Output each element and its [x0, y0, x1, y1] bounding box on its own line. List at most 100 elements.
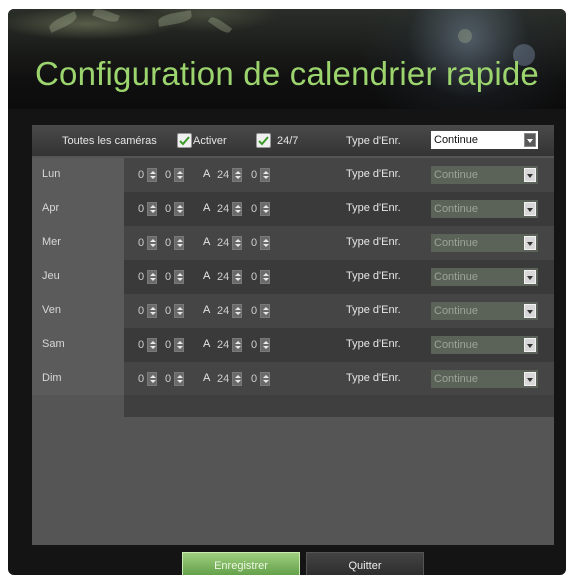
up-down-arrows-icon[interactable] [147, 236, 157, 250]
record-type-label: Type d'Enr. [346, 202, 401, 214]
up-down-arrows-icon[interactable] [260, 202, 270, 216]
record-type-select[interactable]: Continue [431, 370, 538, 388]
up-down-arrows-icon[interactable] [260, 236, 270, 250]
record-type-value: Continue [434, 373, 479, 385]
up-down-arrows-icon[interactable] [174, 168, 184, 182]
day-row: Mer 0 0 24 0 A Type d'Enr. Continue [32, 226, 554, 260]
record-type-value: Continue [434, 169, 479, 181]
to-separator: A [203, 270, 211, 282]
up-down-arrows-icon[interactable] [174, 202, 184, 216]
enable-checkbox[interactable] [177, 133, 192, 148]
day-label: Dim [42, 372, 62, 384]
record-type-label: Type d'Enr. [346, 135, 401, 147]
start-m-value: 0 [165, 237, 172, 249]
quit-button[interactable]: Quitter [306, 552, 424, 575]
up-down-arrows-icon[interactable] [174, 304, 184, 318]
day-label: Jeu [42, 270, 60, 282]
up-down-arrows-icon[interactable] [260, 338, 270, 352]
empty-day-cell [32, 395, 124, 417]
dialog-header: Configuration de calendrier rapide [8, 9, 566, 109]
schedule-panel: Toutes les caméras Activer 24/7 Type d'E… [32, 125, 554, 545]
chevron-down-icon[interactable] [524, 270, 536, 284]
start-m-value: 0 [165, 373, 172, 385]
day-row: Lun 0 0 24 0 A Type d'Enr. Continue [32, 158, 554, 192]
record-type-label: Type d'Enr. [346, 236, 401, 248]
end-h-value: 24 [217, 271, 230, 283]
record-type-label: Type d'Enr. [346, 372, 401, 384]
start-h-value: 0 [138, 169, 145, 181]
up-down-arrows-icon[interactable] [260, 270, 270, 284]
record-type-value: Continue [434, 237, 479, 249]
up-down-arrows-icon[interactable] [174, 338, 184, 352]
record-type-select[interactable]: Continue [431, 268, 538, 286]
start-h-value: 0 [138, 271, 145, 283]
to-separator: A [203, 338, 211, 350]
day-label: Lun [42, 168, 61, 180]
day-label: Mer [42, 236, 61, 248]
chevron-down-icon[interactable] [524, 236, 536, 250]
up-down-arrows-icon[interactable] [147, 338, 157, 352]
record-type-select[interactable]: Continue [431, 336, 538, 354]
record-type-label: Type d'Enr. [346, 304, 401, 316]
start-h-value: 0 [138, 373, 145, 385]
check-icon [258, 136, 269, 146]
day-row: Dim 0 0 24 0 A Type d'Enr. Continue [32, 362, 554, 396]
chevron-down-icon[interactable] [524, 304, 536, 318]
up-down-arrows-icon[interactable] [232, 202, 242, 216]
day-label: Sam [42, 338, 65, 350]
day-label: Apr [42, 202, 60, 214]
up-down-arrows-icon[interactable] [232, 270, 242, 284]
record-type-select[interactable]: Continue [431, 200, 538, 218]
all-cameras-row: Toutes les caméras Activer 24/7 Type d'E… [32, 125, 554, 156]
up-down-arrows-icon[interactable] [232, 168, 242, 182]
all-cameras-record-type-select[interactable]: Continue [431, 131, 538, 149]
chevron-down-icon[interactable] [524, 133, 536, 147]
up-down-arrows-icon[interactable] [174, 372, 184, 386]
start-h-value: 0 [138, 237, 145, 249]
up-down-arrows-icon[interactable] [174, 236, 184, 250]
up-down-arrows-icon[interactable] [260, 304, 270, 318]
up-down-arrows-icon[interactable] [147, 270, 157, 284]
save-button[interactable]: Enregistrer [182, 552, 300, 575]
up-down-arrows-icon[interactable] [260, 168, 270, 182]
chevron-down-icon[interactable] [524, 202, 536, 216]
dialog-window: Configuration de calendrier rapide Toute… [8, 9, 566, 575]
end-m-value: 0 [251, 271, 258, 283]
start-h-value: 0 [138, 339, 145, 351]
empty-row [32, 395, 554, 417]
chevron-down-icon[interactable] [524, 372, 536, 386]
end-m-value: 0 [251, 169, 258, 181]
to-separator: A [203, 304, 211, 316]
up-down-arrows-icon[interactable] [232, 372, 242, 386]
chevron-down-icon[interactable] [524, 338, 536, 352]
to-separator: A [203, 372, 211, 384]
up-down-arrows-icon[interactable] [232, 236, 242, 250]
up-down-arrows-icon[interactable] [232, 304, 242, 318]
up-down-arrows-icon[interactable] [147, 202, 157, 216]
up-down-arrows-icon[interactable] [147, 372, 157, 386]
record-type-select[interactable]: Continue [431, 166, 538, 184]
up-down-arrows-icon[interactable] [147, 168, 157, 182]
chevron-down-icon[interactable] [524, 168, 536, 182]
start-h-value: 0 [138, 203, 145, 215]
day-row: Apr 0 0 24 0 A Type d'Enr. Continue [32, 192, 554, 226]
up-down-arrows-icon[interactable] [260, 372, 270, 386]
day-row: Sam 0 0 24 0 A Type d'Enr. Continue [32, 328, 554, 362]
end-m-value: 0 [251, 305, 258, 317]
bokeh-decoration-icon [458, 29, 472, 43]
leaf-decoration-icon [47, 11, 79, 33]
record-type-select[interactable]: Continue [431, 234, 538, 252]
start-m-value: 0 [165, 169, 172, 181]
check-icon [179, 136, 190, 146]
up-down-arrows-icon[interactable] [174, 270, 184, 284]
record-type-select[interactable]: Continue [431, 302, 538, 320]
end-h-value: 24 [217, 203, 230, 215]
enable-label: Activer [193, 135, 227, 147]
start-m-value: 0 [165, 305, 172, 317]
record-type-value: Continue [434, 134, 479, 146]
end-h-value: 24 [217, 305, 230, 317]
24-7-checkbox[interactable] [256, 133, 271, 148]
up-down-arrows-icon[interactable] [147, 304, 157, 318]
up-down-arrows-icon[interactable] [232, 338, 242, 352]
24-7-label: 24/7 [277, 135, 299, 147]
